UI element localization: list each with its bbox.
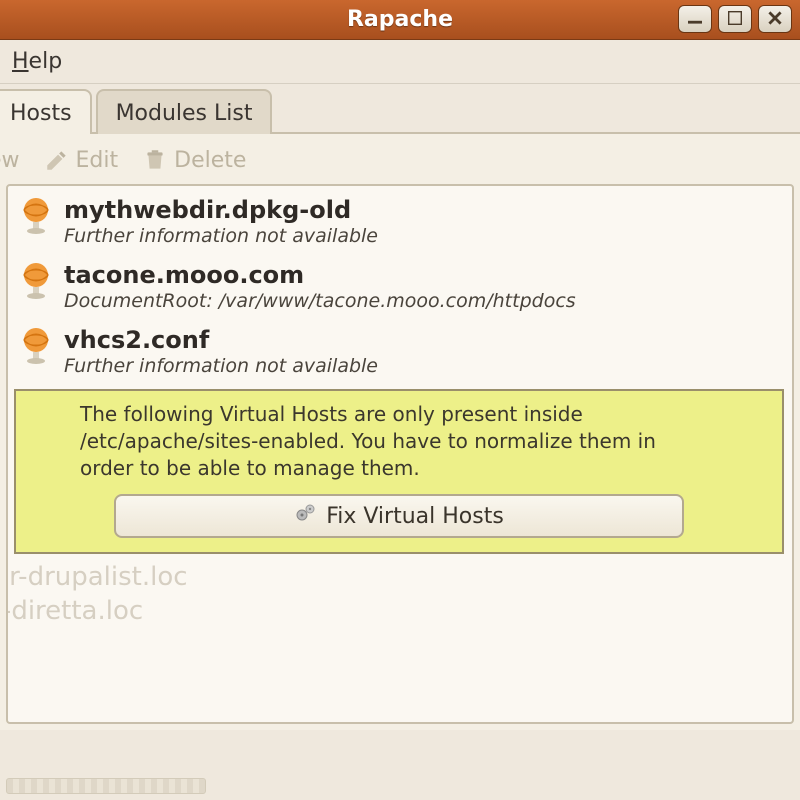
disabled-vhost-name: air-drupalist.loc xyxy=(6,562,188,592)
vhost-detail: Further information not available xyxy=(64,355,378,377)
vhost-name: tacone.mooo.com xyxy=(64,261,576,289)
menu-help[interactable]: Help xyxy=(8,47,66,76)
edit-button-label: Edit xyxy=(76,148,119,173)
trash-icon xyxy=(142,147,168,173)
vhost-row[interactable]: mythwebdir.dpkg-old Further information … xyxy=(8,186,792,251)
warning-text: The following Virtual Hosts are only pre… xyxy=(80,401,700,482)
edit-button[interactable]: Edit xyxy=(44,147,119,173)
menubar: Help xyxy=(0,40,800,84)
vhost-detail: DocumentRoot: /var/www/tacone.mooo.com/h… xyxy=(64,290,576,312)
tab-modules-label: Modules List xyxy=(116,101,253,126)
delete-button-label: Delete xyxy=(174,148,246,173)
new-button[interactable]: ew xyxy=(0,148,20,173)
app-window: Rapache Help H xyxy=(0,0,800,800)
gears-icon xyxy=(294,501,318,531)
menu-help-accel: H xyxy=(12,49,29,74)
maximize-icon xyxy=(728,9,742,30)
close-button[interactable] xyxy=(758,5,792,33)
statusbar-grip xyxy=(6,778,206,794)
window-controls xyxy=(678,5,792,33)
globe-icon xyxy=(18,261,54,297)
vhost-list: mythwebdir.dpkg-old Further information … xyxy=(6,184,794,724)
vhost-row[interactable]: vhcs2.conf Further information not avail… xyxy=(8,316,792,381)
tab-hosts[interactable]: Hosts xyxy=(0,89,92,134)
edit-icon xyxy=(44,147,70,173)
disabled-vhost-name: a-diretta.loc xyxy=(6,596,143,626)
minimize-button[interactable] xyxy=(678,5,712,33)
menu-help-rest: elp xyxy=(29,49,63,74)
vhost-text: vhcs2.conf Further information not avail… xyxy=(64,326,378,377)
minimize-icon xyxy=(688,9,702,30)
disabled-vhost-row: a-diretta.loc xyxy=(6,592,792,626)
vhost-text: tacone.mooo.com DocumentRoot: /var/www/t… xyxy=(64,261,576,312)
vhost-name: mythwebdir.dpkg-old xyxy=(64,196,378,224)
vhost-text: mythwebdir.dpkg-old Further information … xyxy=(64,196,378,247)
tabbar: Hosts Modules List xyxy=(0,84,800,134)
fix-vhosts-button[interactable]: Fix Virtual Hosts xyxy=(114,494,684,538)
close-icon xyxy=(768,9,782,30)
vhost-row[interactable]: tacone.mooo.com DocumentRoot: /var/www/t… xyxy=(8,251,792,316)
maximize-button[interactable] xyxy=(718,5,752,33)
fix-vhosts-label: Fix Virtual Hosts xyxy=(326,504,504,529)
delete-button[interactable]: Delete xyxy=(142,147,246,173)
globe-icon xyxy=(18,326,54,362)
toolbar: ew Edit Delete xyxy=(6,142,794,184)
vhost-name: vhcs2.conf xyxy=(64,326,378,354)
content-area: ew Edit Delete xyxy=(0,134,800,730)
new-button-label: ew xyxy=(0,148,20,173)
warning-panel: The following Virtual Hosts are only pre… xyxy=(14,389,784,554)
disabled-vhost-row: air-drupalist.loc xyxy=(6,558,792,592)
globe-icon xyxy=(18,196,54,232)
tab-modules[interactable]: Modules List xyxy=(96,89,273,134)
vhost-detail: Further information not available xyxy=(64,225,378,247)
tab-hosts-label: Hosts xyxy=(10,101,72,126)
titlebar: Rapache xyxy=(0,0,800,40)
